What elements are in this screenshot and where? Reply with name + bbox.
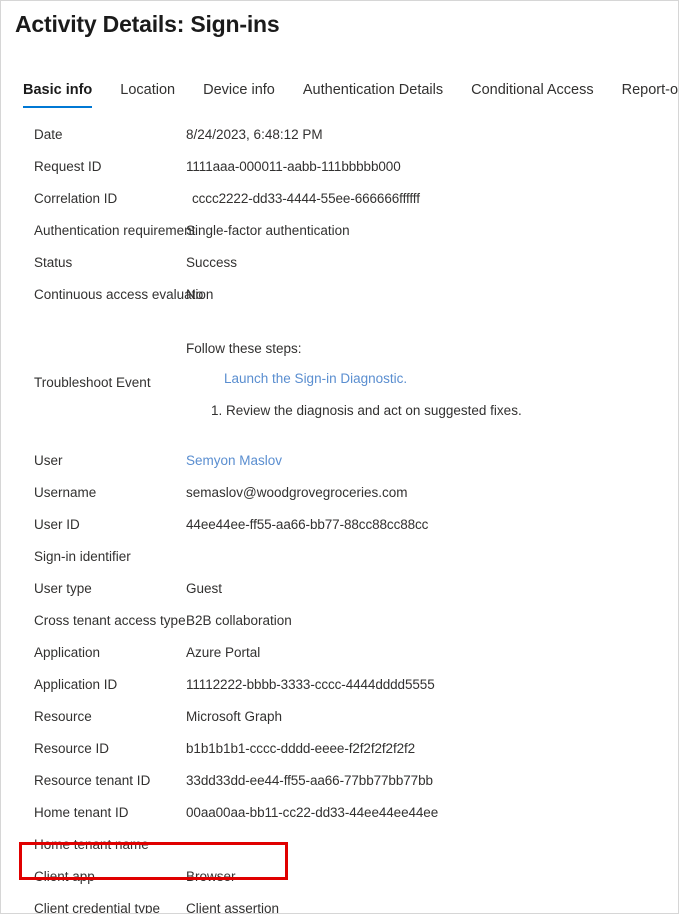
tab-label: Conditional Access xyxy=(471,82,594,98)
detail-row-user-id: User ID 44ee44ee-ff55-aa66-bb77-88cc88cc… xyxy=(1,509,678,541)
detail-row-user: User Semyon Maslov xyxy=(1,445,678,477)
tab-conditional-access[interactable]: Conditional Access xyxy=(471,81,608,108)
detail-value: Client assertion xyxy=(186,901,280,914)
detail-row-status: Status Success xyxy=(1,247,678,279)
page-title: Activity Details: Sign-ins xyxy=(15,11,280,37)
detail-label: User type xyxy=(34,581,92,596)
tab-bar: Basic info Location Device info Authenti… xyxy=(23,81,678,113)
detail-value: 33dd33dd-ee44-ff55-aa66-77bb77bb77bb xyxy=(186,773,433,788)
detail-row-resource-tenant-id: Resource tenant ID 33dd33dd-ee44-ff55-aa… xyxy=(1,765,678,797)
detail-label: Application xyxy=(34,645,101,660)
detail-value: Single-factor authentication xyxy=(186,223,350,238)
tab-label: Authentication Details xyxy=(302,82,444,98)
tab-report-only[interactable]: Report-only xyxy=(621,81,679,108)
tab-authentication-details[interactable]: Authentication Details xyxy=(303,81,457,108)
detail-label: User ID xyxy=(34,517,80,532)
detail-row-request-id: Request ID 1111aaa-000011-aabb-111bbbbb0… xyxy=(1,151,678,183)
detail-row-username: Username semaslov@woodgrovegroceries.com xyxy=(1,477,678,509)
detail-row-application-id: Application ID 11112222-bbbb-3333-cccc-4… xyxy=(1,669,678,701)
detail-value: b1b1b1b1-cccc-dddd-eeee-f2f2f2f2f2f2 xyxy=(186,741,416,756)
detail-label: Troubleshoot Event xyxy=(34,375,151,390)
detail-label: Client credential type xyxy=(34,901,161,914)
detail-value: 11112222-bbbb-3333-cccc-4444dddd5555 xyxy=(186,677,435,692)
detail-label: Resource ID xyxy=(34,741,110,756)
troubleshoot-body: Follow these steps: Launch the Sign-in D… xyxy=(186,333,522,421)
detail-value: 1111aaa-000011-aabb-111bbbbb000 xyxy=(186,159,401,174)
detail-value: cccc2222-dd33-4444-55ee-666666ffffff xyxy=(192,191,420,206)
detail-row-sign-in-identifier: Sign-in identifier xyxy=(1,541,678,573)
detail-value: semaslov@woodgrovegroceries.com xyxy=(186,485,408,500)
detail-value: Azure Portal xyxy=(186,645,261,660)
detail-value: Success xyxy=(186,255,238,270)
detail-row-continuous-access-evaluation: Continuous access evaluation No xyxy=(1,279,678,311)
detail-value: Browser xyxy=(186,869,236,884)
detail-row-client-app: Client app Browser xyxy=(1,861,678,893)
tab-location[interactable]: Location xyxy=(120,81,189,108)
detail-value: 00aa00aa-bb11-cc22-dd33-44ee44ee44ee xyxy=(186,805,439,820)
detail-row-client-credential-type: Client credential type Client assertion xyxy=(1,893,678,914)
launch-sign-in-diagnostic-link[interactable]: Launch the Sign-in Diagnostic. xyxy=(186,369,522,401)
detail-label: Client app xyxy=(34,869,95,884)
activity-details-panel: Activity Details: Sign-ins Basic info Lo… xyxy=(0,0,679,914)
detail-label: User xyxy=(34,453,63,468)
detail-value: Guest xyxy=(186,581,223,596)
tab-label: Report-only xyxy=(621,82,679,98)
tab-device-info[interactable]: Device info xyxy=(203,81,289,108)
detail-label: Home tenant ID xyxy=(34,805,129,820)
detail-row-troubleshoot-event: Troubleshoot Event Follow these steps: L… xyxy=(1,333,678,429)
detail-row-application: Application Azure Portal xyxy=(1,637,678,669)
detail-value: Microsoft Graph xyxy=(186,709,283,724)
detail-row-date: Date 8/24/2023, 6:48:12 PM xyxy=(1,119,678,151)
detail-row-home-tenant-name: Home tenant name xyxy=(1,829,678,861)
tab-basic-info[interactable]: Basic info xyxy=(23,81,106,108)
detail-value: B2B collaboration xyxy=(186,613,292,628)
detail-label: Resource xyxy=(34,709,92,724)
detail-label: Correlation ID xyxy=(34,191,118,206)
detail-row-authentication-requirement: Authentication requirement Single-factor… xyxy=(1,215,678,247)
detail-label: Date xyxy=(34,127,63,142)
detail-row-resource-id: Resource ID b1b1b1b1-cccc-dddd-eeee-f2f2… xyxy=(1,733,678,765)
detail-value: 44ee44ee-ff55-aa66-bb77-88cc88cc88cc xyxy=(186,517,429,532)
detail-row-cross-tenant-access-type: Cross tenant access type B2B collaborati… xyxy=(1,605,678,637)
detail-row-resource: Resource Microsoft Graph xyxy=(1,701,678,733)
detail-label: Authentication requirement xyxy=(34,223,196,238)
detail-row-correlation-id: Correlation ID cccc2222-dd33-4444-55ee-6… xyxy=(1,183,678,215)
troubleshoot-step-1: 1. Review the diagnosis and act on sugge… xyxy=(211,403,522,418)
detail-label: Application ID xyxy=(34,677,118,692)
tab-label: Location xyxy=(120,82,176,98)
detail-value: No xyxy=(186,287,204,302)
detail-row-home-tenant-id: Home tenant ID 00aa00aa-bb11-cc22-dd33-4… xyxy=(1,797,678,829)
tab-label: Basic info xyxy=(23,82,93,98)
detail-label: Cross tenant access type xyxy=(34,613,186,628)
user-link[interactable]: Semyon Maslov xyxy=(186,445,282,477)
detail-value: 8/24/2023, 6:48:12 PM xyxy=(186,127,323,142)
detail-label: Continuous access evaluation xyxy=(34,287,214,302)
troubleshoot-steps-heading: Follow these steps: xyxy=(186,341,302,356)
details-list: Date 8/24/2023, 6:48:12 PM Request ID 11… xyxy=(1,119,678,914)
detail-label: Sign-in identifier xyxy=(34,549,131,564)
detail-label: Resource tenant ID xyxy=(34,773,151,788)
detail-label: Username xyxy=(34,485,97,500)
detail-label: Status xyxy=(34,255,73,270)
detail-label: Home tenant name xyxy=(34,837,149,852)
detail-row-user-type: User type Guest xyxy=(1,573,678,605)
detail-label: Request ID xyxy=(34,159,102,174)
tab-label: Device info xyxy=(203,82,275,98)
